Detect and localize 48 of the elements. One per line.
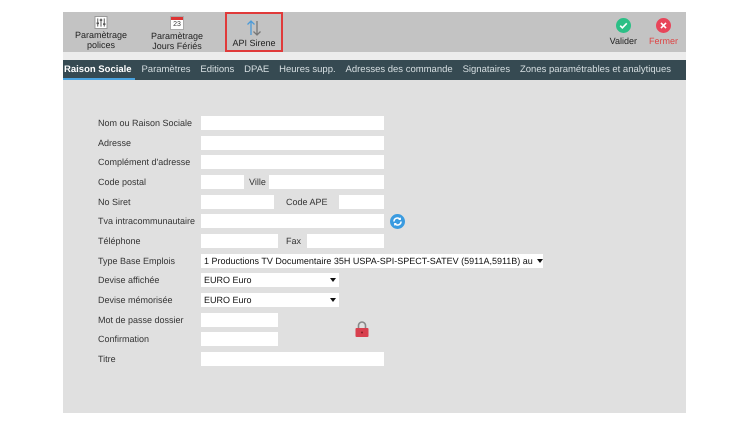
field-label: Complément d'adresse — [98, 157, 192, 168]
input-field[interactable] — [201, 116, 384, 130]
tab[interactable]: Paramètres — [138, 60, 194, 80]
field-label: Code postal — [98, 176, 148, 187]
input-field[interactable] — [201, 155, 384, 170]
tab[interactable]: Zones paramétrables et analytiques — [516, 60, 674, 80]
input-field[interactable] — [201, 332, 278, 346]
field-label: Téléphone — [98, 236, 142, 246]
up-down-arrows-icon — [245, 19, 263, 37]
tab[interactable]: Adresses des commande — [342, 60, 456, 80]
field-label: Fax — [286, 236, 302, 246]
dropdown[interactable]: 1 Productions TV Documentaire 35H USPA-SPI-SPECT-SATEV (5911A,5911B) au — [201, 254, 543, 268]
tab[interactable]: Signataires — [460, 60, 514, 80]
dropdown[interactable]: EURO Euro — [201, 293, 339, 308]
field-label: Nom ou Raison Sociale — [98, 118, 194, 128]
close-icon — [656, 18, 671, 33]
input-field[interactable] — [201, 136, 384, 150]
refresh-icon[interactable] — [390, 214, 405, 229]
input-field[interactable] — [269, 174, 384, 189]
input-field[interactable] — [201, 194, 274, 209]
field-label: Tva intracommunautaire — [98, 216, 196, 226]
field-label: Devise affichée — [98, 275, 160, 286]
input-field[interactable] — [339, 194, 384, 209]
field-label: No Siret — [98, 196, 132, 207]
field-label: Adresse — [98, 138, 132, 148]
tab[interactable]: Raison Sociale — [63, 60, 135, 80]
field-label: Type Base Emplois — [98, 256, 176, 266]
tab[interactable]: DPAE — [241, 60, 272, 80]
field-label: Confirmation — [98, 334, 150, 344]
field-label: Titre — [98, 354, 117, 364]
dropdown[interactable]: EURO Euro — [201, 273, 339, 288]
sliders-icon — [93, 16, 109, 29]
input-field[interactable] — [201, 352, 384, 366]
input-field[interactable] — [201, 234, 278, 248]
tab[interactable]: Editions — [197, 60, 238, 80]
tab[interactable]: Heures supp. — [276, 60, 339, 80]
toolbar-button[interactable]: Paramètrage polices — [65, 12, 137, 52]
ok-button[interactable]: Valider — [604, 12, 643, 52]
field-label: Code APE — [286, 196, 329, 207]
input-field[interactable] — [201, 312, 278, 327]
input-field[interactable] — [307, 234, 384, 248]
input-field[interactable] — [201, 174, 244, 189]
field-label: Devise mémorisée — [98, 295, 174, 306]
toolbar-button[interactable]: API Sirene — [225, 12, 283, 52]
field-label: Mot de passe dossier — [98, 314, 185, 325]
field-label: Ville — [249, 176, 267, 187]
check-icon — [616, 18, 631, 33]
input-field[interactable] — [201, 214, 384, 228]
